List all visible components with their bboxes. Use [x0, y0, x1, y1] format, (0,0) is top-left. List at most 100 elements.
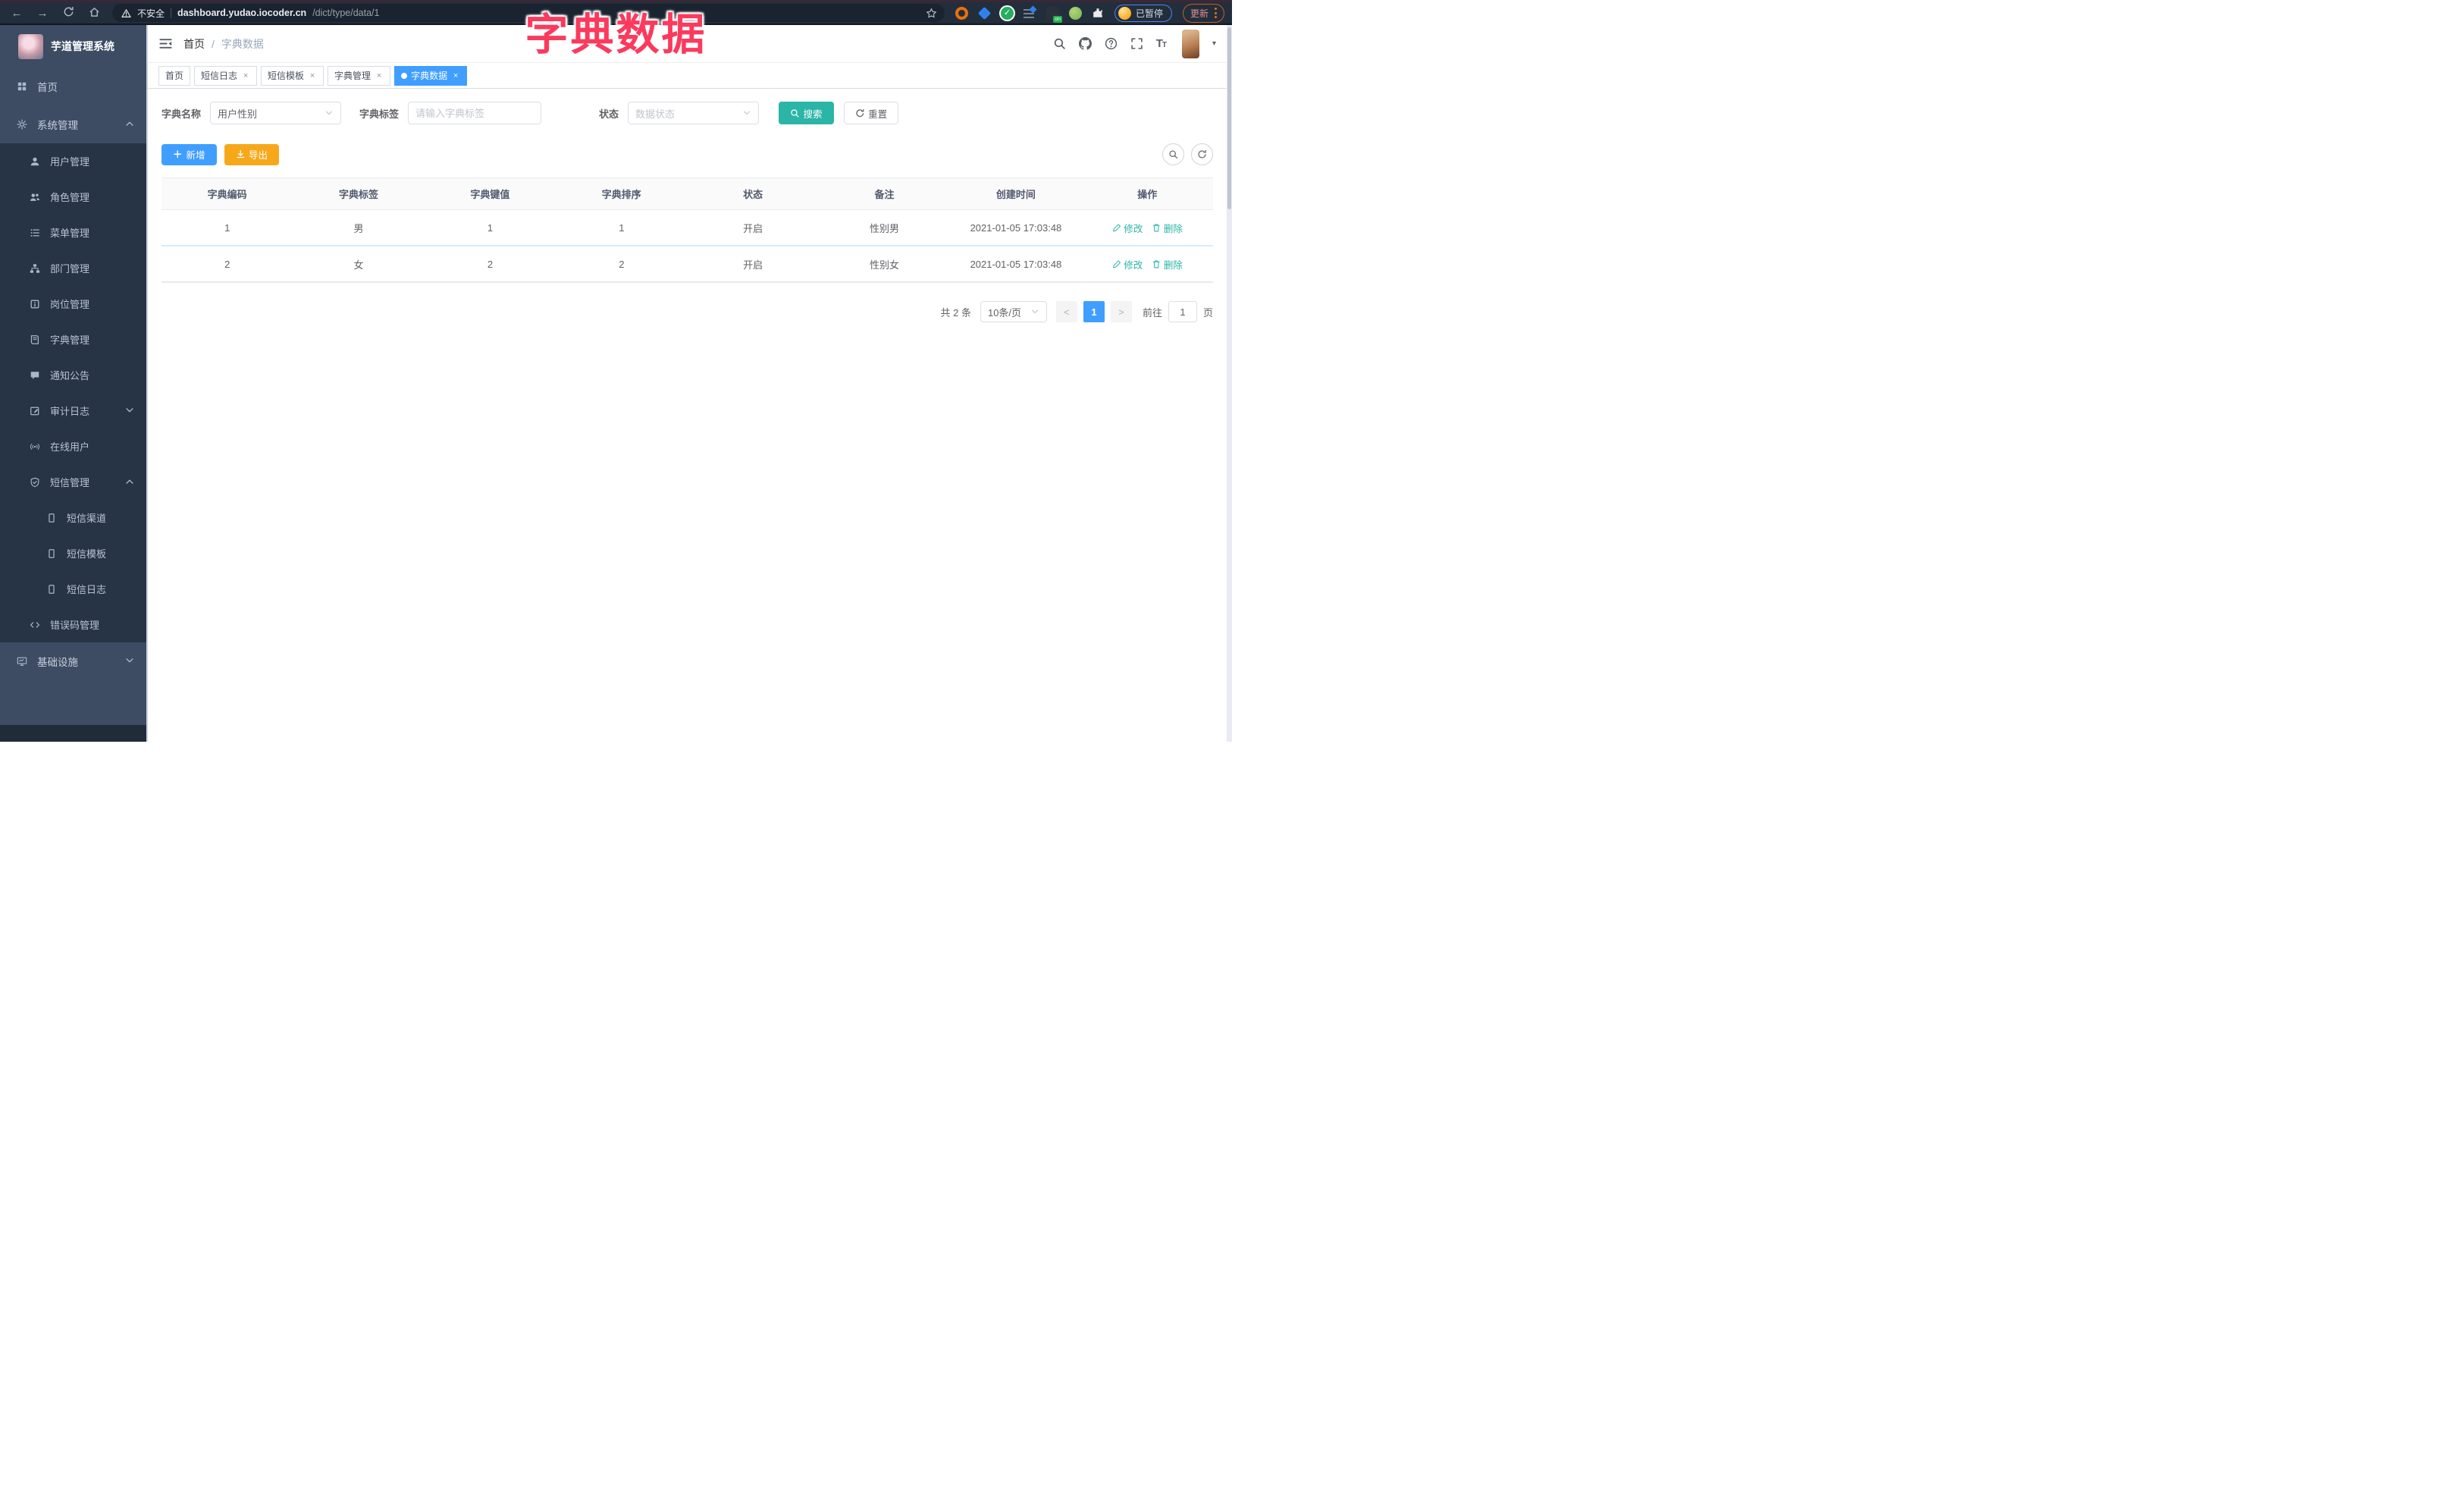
fullscreen-icon[interactable] [1130, 37, 1143, 50]
add-button[interactable]: 新增 [161, 143, 217, 165]
sidebar-item-role-management[interactable]: 角色管理 [0, 179, 146, 215]
breadcrumb: 首页 / 字典数据 [183, 36, 264, 52]
sidebar-item-post-management[interactable]: 岗位管理 [0, 286, 146, 322]
tab-close-icon[interactable] [451, 67, 460, 85]
sidebar-item-notice[interactable]: 通知公告 [0, 357, 146, 393]
trash-icon [1152, 259, 1161, 269]
sidebar-item-error-code[interactable]: 错误码管理 [0, 607, 146, 642]
next-page-button[interactable]: > [1110, 301, 1132, 322]
prev-page-button[interactable]: < [1055, 301, 1077, 322]
browser-chrome: ← → 不安全 dashboard.yudao.iocoder.cn /dict… [0, 0, 1232, 25]
header-search-icon[interactable] [1053, 37, 1066, 50]
sidebar-submenu-system: 用户管理 角色管理 菜单管理 部门管理 岗位管理 字典管理 通知公告 审计日志 … [0, 143, 146, 642]
sidebar-item-online-users[interactable]: 在线用户 [0, 428, 146, 464]
security-label[interactable]: 不安全 [137, 7, 165, 20]
github-icon[interactable] [1079, 37, 1092, 50]
tab-dict-management[interactable]: 字典管理 [328, 65, 391, 86]
online-signal-icon [30, 441, 40, 452]
address-bar[interactable]: 不安全 dashboard.yudao.iocoder.cn /dict/typ… [112, 4, 945, 22]
sidebar-item-sms-log[interactable]: 短信日志 [0, 571, 146, 607]
plus-icon [173, 149, 183, 159]
filter-form: 字典名称 用户性别 字典标签 状态 数据状态 [161, 102, 1213, 124]
sidebar-item-user-management[interactable]: 用户管理 [0, 143, 146, 179]
sidebar-item-sms-management[interactable]: 短信管理 [0, 464, 146, 500]
export-button[interactable]: 导出 [224, 143, 280, 165]
sidebar-item-home[interactable]: 首页 [0, 67, 146, 105]
table-row[interactable]: 2 女 2 2 开启 性别女 2021-01-05 17:03:48 修改 删除 [161, 246, 1213, 283]
edit-square-icon [30, 406, 40, 416]
scrollbar-thumb[interactable] [1227, 27, 1231, 209]
sidebar-item-department-management[interactable]: 部门管理 [0, 250, 146, 286]
chevron-down-icon [324, 108, 334, 118]
avatar-caret-down-icon[interactable]: ▾ [1212, 39, 1216, 48]
shield-check-icon [30, 477, 40, 488]
tab-sms-log[interactable]: 短信日志 [194, 65, 258, 86]
browser-reload-icon[interactable] [61, 6, 76, 19]
tab-close-icon[interactable] [375, 67, 384, 85]
sidebar-item-audit-log[interactable]: 审计日志 [0, 393, 146, 428]
badge-icon [30, 299, 40, 309]
chevron-up-icon [124, 476, 135, 488]
tab-close-icon[interactable] [308, 67, 317, 85]
tab-sms-template[interactable]: 短信模板 [261, 65, 324, 86]
extension-green-leaf-icon[interactable] [1068, 6, 1082, 20]
tab-close-icon[interactable] [241, 67, 250, 85]
extension-green-check-icon[interactable]: ✓ [1000, 6, 1014, 20]
delete-link[interactable]: 删除 [1152, 221, 1183, 235]
tab-home[interactable]: 首页 [158, 65, 191, 86]
tags-view-bar: 首页 短信日志 短信模板 字典管理 字典数据 [148, 63, 1227, 89]
goto-page-input[interactable] [1168, 301, 1197, 322]
edit-link[interactable]: 修改 [1112, 257, 1143, 272]
help-icon[interactable] [1105, 37, 1118, 50]
code-icon [30, 620, 40, 630]
sidebar-item-infrastructure[interactable]: 基础设施 [0, 642, 146, 680]
font-size-icon[interactable]: TT [1156, 37, 1167, 50]
table-row[interactable]: 1 男 1 1 开启 性别男 2021-01-05 17:03:48 修改 删除 [161, 210, 1213, 246]
tab-dict-data-active[interactable]: 字典数据 [394, 65, 468, 86]
screen: ← → 不安全 dashboard.yudao.iocoder.cn /dict… [0, 0, 1232, 742]
extensions-puzzle-icon[interactable] [1092, 7, 1104, 19]
sidebar-item-system-management[interactable]: 系统管理 [0, 105, 146, 143]
page-scrollbar[interactable] [1227, 25, 1232, 742]
sidebar-item-sms-channel[interactable]: 短信渠道 [0, 500, 146, 535]
dict-label-input-wrap [408, 102, 542, 124]
dict-name-select[interactable]: 用户性别 [210, 102, 342, 124]
sidebar-item-menu-management[interactable]: 菜单管理 [0, 215, 146, 250]
extension-on-badge-icon[interactable]: on [1045, 6, 1062, 23]
delete-link[interactable]: 删除 [1152, 257, 1183, 272]
dict-label-input[interactable] [415, 107, 534, 119]
extension-orange-icon[interactable] [955, 6, 968, 20]
sidebar-collapse-icon[interactable] [158, 36, 173, 51]
extension-slider-icon[interactable] [1023, 6, 1036, 20]
browser-update-button[interactable]: 更新 [1182, 3, 1224, 23]
refresh-table-button[interactable] [1191, 143, 1213, 165]
edit-link[interactable]: 修改 [1112, 221, 1143, 235]
sidebar-logo-row[interactable]: 芋道管理系统 [0, 25, 146, 67]
toggle-search-button[interactable] [1162, 143, 1184, 165]
top-navbar: 首页 / 字典数据 TT ▾ [148, 25, 1227, 63]
pencil-icon [1112, 223, 1122, 233]
page-number-1[interactable]: 1 [1083, 301, 1105, 322]
page-size-select[interactable]: 10条/页 [980, 301, 1047, 322]
bookmark-star-icon[interactable] [926, 8, 937, 19]
status-select[interactable]: 数据状态 [628, 102, 760, 124]
chevron-down-icon [124, 655, 135, 667]
browser-forward-icon[interactable]: → [35, 7, 50, 20]
profile-paused-badge[interactable]: 已暂停 [1114, 4, 1172, 22]
search-button[interactable]: 搜索 [779, 102, 834, 124]
paused-label: 已暂停 [1135, 8, 1163, 19]
page-unit-label: 页 [1202, 306, 1213, 319]
breadcrumb-home[interactable]: 首页 [183, 36, 205, 52]
download-icon [236, 149, 246, 159]
user-avatar[interactable] [1181, 29, 1199, 58]
extension-blue-diamond-icon[interactable] [977, 6, 992, 20]
browser-menu-kebab-icon[interactable] [1215, 8, 1217, 18]
browser-home-icon[interactable] [86, 6, 102, 19]
sidebar-item-sms-template[interactable]: 短信模板 [0, 535, 146, 571]
reset-button[interactable]: 重置 [843, 102, 899, 124]
sidebar-item-dict-management[interactable]: 字典管理 [0, 322, 146, 357]
user-icon [30, 156, 40, 167]
pagination: 共 2 条 10条/页 < 1 > 前往 页 [161, 301, 1213, 322]
browser-back-icon[interactable]: ← [9, 7, 24, 20]
url-path: /dict/type/data/1 [312, 8, 380, 18]
